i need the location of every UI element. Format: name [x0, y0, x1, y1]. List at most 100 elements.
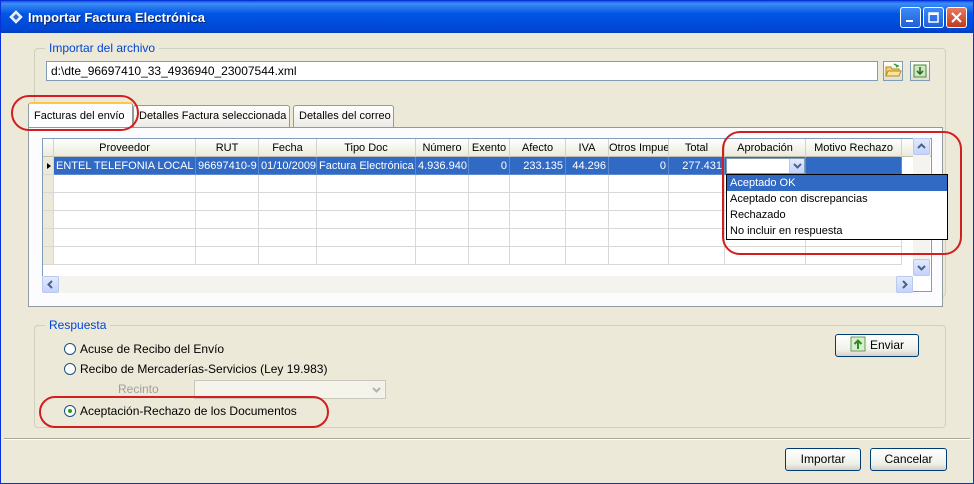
empty-cell — [566, 211, 609, 229]
header-otros-impuestos[interactable]: Otros Impue — [609, 139, 669, 157]
header-iva[interactable]: IVA — [566, 139, 609, 157]
cell-numero[interactable]: 4.936.940 — [416, 157, 469, 175]
download-file-button[interactable] — [910, 61, 930, 81]
scroll-right-button[interactable] — [896, 276, 913, 293]
maximize-button[interactable] — [923, 7, 944, 28]
radio-acuse-recibo[interactable]: Acuse de Recibo del Envío — [64, 342, 224, 356]
aprobacion-dropdown-list[interactable]: Aceptado OK Aceptado con discrepancias R… — [726, 174, 948, 240]
minimize-button[interactable] — [900, 7, 921, 28]
radio-circle[interactable] — [64, 343, 76, 355]
aprobacion-option-no-incluir[interactable]: No incluir en respuesta — [727, 223, 947, 239]
cell-iva[interactable]: 44.296 — [566, 157, 609, 175]
row-indicator — [43, 193, 54, 211]
empty-cell — [416, 175, 469, 193]
empty-cell — [259, 175, 317, 193]
empty-cell — [469, 193, 510, 211]
close-button[interactable] — [946, 7, 967, 28]
radio-recibo-mercaderias[interactable]: Recibo de Mercaderías-Servicios (Ley 19.… — [64, 362, 327, 376]
row-indicator — [43, 175, 54, 193]
empty-cell — [259, 193, 317, 211]
empty-cell — [54, 247, 196, 265]
empty-cell — [510, 175, 566, 193]
header-exento[interactable]: Exento — [469, 139, 510, 157]
radio-circle-selected[interactable] — [64, 405, 76, 417]
tab-label: Facturas del envío — [34, 110, 125, 122]
empty-cell — [469, 247, 510, 265]
tab-detalles-factura[interactable]: Detalles Factura seleccionada — [133, 105, 290, 127]
empty-cell — [510, 247, 566, 265]
empty-cell — [510, 229, 566, 247]
cell-tipo-doc[interactable]: Factura Electrónica — [317, 157, 416, 175]
cell-exento[interactable]: 0 — [469, 157, 510, 175]
empty-cell — [669, 175, 725, 193]
file-path-input[interactable] — [46, 61, 878, 81]
chevron-up-icon — [917, 143, 926, 149]
scroll-left-button[interactable] — [42, 276, 59, 293]
import-invoice-window: Importar Factura Electrónica Importar de… — [0, 0, 974, 484]
enviar-button[interactable]: Enviar — [835, 334, 919, 357]
empty-cell — [725, 247, 806, 265]
empty-cell — [510, 193, 566, 211]
cell-proveedor[interactable]: ENTEL TELEFONIA LOCAL S. — [54, 157, 196, 175]
cell-total[interactable]: 277.431 — [669, 157, 725, 175]
tab-facturas-envio[interactable]: Facturas del envío — [28, 102, 133, 127]
respuesta-group-label: Respuesta — [45, 318, 111, 332]
cell-otros-impuestos[interactable]: 0 — [609, 157, 669, 175]
grid-header: Proveedor RUT Fecha Tipo Doc Número Exen… — [43, 139, 931, 157]
open-file-button[interactable] — [883, 61, 903, 81]
empty-cell — [317, 175, 416, 193]
empty-cell — [317, 193, 416, 211]
chevron-right-icon — [902, 280, 908, 289]
cell-afecto[interactable]: 233.135 — [510, 157, 566, 175]
tab-detalles-correo[interactable]: Detalles del correo — [293, 105, 394, 127]
table-row-empty — [43, 247, 915, 265]
title-bar[interactable]: Importar Factura Electrónica — [1, 1, 973, 33]
grid-horizontal-scrollbar[interactable] — [42, 276, 913, 293]
cell-fecha[interactable]: 01/10/2009 — [259, 157, 317, 175]
footer-separator — [4, 438, 970, 440]
download-icon — [913, 64, 927, 78]
radio-label: Recibo de Mercaderías-Servicios (Ley 19.… — [80, 362, 328, 376]
empty-cell — [196, 211, 259, 229]
empty-cell — [416, 229, 469, 247]
header-aprobacion[interactable]: Aprobación — [725, 139, 806, 157]
header-total[interactable]: Total — [669, 139, 725, 157]
empty-cell — [259, 229, 317, 247]
header-proveedor[interactable]: Proveedor — [54, 139, 196, 157]
header-fecha[interactable]: Fecha — [259, 139, 317, 157]
empty-cell — [609, 247, 669, 265]
empty-cell — [669, 229, 725, 247]
aprobacion-combo-arrow[interactable] — [789, 159, 804, 173]
cell-rut[interactable]: 96697410-9 — [196, 157, 259, 175]
header-motivo-rechazo[interactable]: Motivo Rechazo — [806, 139, 902, 157]
aprobacion-option-aceptado-ok[interactable]: Aceptado OK — [727, 175, 947, 191]
recinto-combo-arrow — [369, 382, 384, 397]
radio-aceptacion-rechazo[interactable]: Aceptación-Rechazo de los Documentos — [64, 404, 297, 418]
header-rut[interactable]: RUT — [196, 139, 259, 157]
maximize-icon — [928, 12, 939, 23]
aprobacion-option-aceptado-discrepancias[interactable]: Aceptado con discrepancias — [727, 191, 947, 207]
empty-cell — [196, 193, 259, 211]
cell-motivo-rechazo[interactable] — [806, 157, 902, 175]
recinto-label: Recinto — [118, 382, 159, 396]
empty-cell — [196, 247, 259, 265]
header-numero[interactable]: Número — [416, 139, 469, 157]
tab-label: Detalles Factura seleccionada — [139, 110, 287, 122]
empty-cell — [469, 229, 510, 247]
aprobacion-combo[interactable] — [726, 158, 805, 174]
importar-button[interactable]: Importar — [785, 448, 861, 471]
aprobacion-option-rechazado[interactable]: Rechazado — [727, 207, 947, 223]
scroll-down-button[interactable] — [913, 259, 930, 276]
empty-cell — [566, 229, 609, 247]
radio-circle[interactable] — [64, 363, 76, 375]
close-icon — [951, 12, 962, 23]
radio-label: Acuse de Recibo del Envío — [80, 342, 225, 356]
cancelar-button[interactable]: Cancelar — [870, 448, 947, 471]
row-indicator — [43, 229, 54, 247]
scroll-up-button[interactable] — [913, 138, 930, 155]
header-afecto[interactable]: Afecto — [510, 139, 566, 157]
empty-cell — [54, 193, 196, 211]
empty-cell — [54, 229, 196, 247]
empty-cell — [609, 211, 669, 229]
header-tipo-doc[interactable]: Tipo Doc — [317, 139, 416, 157]
